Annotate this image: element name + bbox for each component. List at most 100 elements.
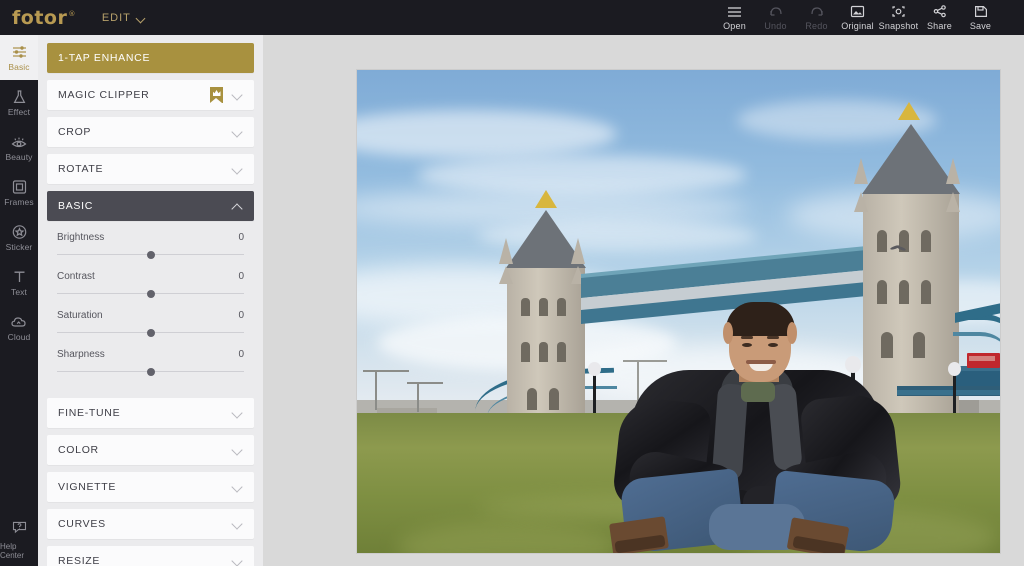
section-label: COLOR (58, 444, 232, 456)
chevron-down-icon (232, 556, 243, 566)
undo-icon (768, 4, 784, 19)
save-icon (974, 4, 988, 19)
slider-label: Sharpness (57, 349, 105, 360)
one-tap-enhance-label: 1-TAP ENHANCE (58, 52, 243, 64)
chevron-down-icon (232, 408, 243, 419)
sidebar-item-label: Cloud (8, 332, 31, 342)
chevron-down-icon (137, 14, 145, 22)
section-resize[interactable]: RESIZE (47, 546, 254, 566)
slider-contrast: Contrast 0 (57, 271, 244, 299)
question-icon (11, 519, 28, 540)
share-button[interactable]: Share (919, 0, 960, 31)
section-label: FINE-TUNE (58, 407, 232, 419)
undo-label: Undo (764, 21, 786, 31)
slider-track[interactable] (57, 327, 244, 338)
flask-icon (11, 89, 28, 105)
section-label: VIGNETTE (58, 481, 232, 493)
frame-icon (11, 179, 28, 195)
slider-handle[interactable] (147, 290, 155, 298)
section-label: CURVES (58, 518, 232, 530)
menu-icon (727, 4, 742, 19)
section-label: CROP (58, 126, 232, 138)
sidebar-item-label: Sticker (6, 242, 33, 252)
slider-handle[interactable] (147, 251, 155, 259)
sidebar-item-sticker[interactable]: Sticker (0, 215, 38, 260)
snapshot-button[interactable]: Snapshot (878, 0, 919, 31)
chevron-down-icon (232, 519, 243, 530)
slider-sharpness: Sharpness 0 (57, 349, 244, 377)
edit-mode-dropdown[interactable]: EDIT (102, 12, 145, 24)
open-button[interactable]: Open (714, 0, 755, 31)
slider-track[interactable] (57, 366, 244, 377)
slider-brightness: Brightness 0 (57, 232, 244, 260)
save-label: Save (970, 21, 991, 31)
sidebar-item-label: Text (11, 287, 27, 297)
snapshot-label: Snapshot (879, 21, 919, 31)
redo-label: Redo (805, 21, 827, 31)
slider-label: Contrast (57, 271, 95, 282)
section-label: MAGIC CLIPPER (58, 89, 210, 101)
text-icon (11, 269, 28, 285)
undo-button[interactable]: Undo (755, 0, 796, 31)
original-label: Original (841, 21, 874, 31)
section-crop[interactable]: CROP (47, 117, 254, 147)
sidebar-item-basic[interactable]: Basic (0, 35, 38, 80)
sidebar-item-cloud[interactable]: Cloud (0, 305, 38, 350)
one-tap-enhance-button[interactable]: 1-TAP ENHANCE (47, 43, 254, 73)
editor-canvas[interactable] (263, 35, 1024, 566)
slider-label: Brightness (57, 232, 104, 243)
image-icon (850, 4, 865, 19)
basic-tools-panel: 1-TAP ENHANCE MAGIC CLIPPER CROP ROTATE … (38, 35, 263, 566)
sidebar-item-frames[interactable]: Frames (0, 170, 38, 215)
section-curves[interactable]: CURVES (47, 509, 254, 539)
left-sidebar: Basic Effect Beauty (0, 35, 38, 566)
help-center-label: Help Center (0, 542, 38, 560)
section-magic-clipper[interactable]: MAGIC CLIPPER (47, 80, 254, 110)
toolbar-actions: Open Undo Redo (714, 0, 1024, 35)
sidebar-item-label: Basic (8, 62, 29, 72)
top-toolbar: fotor® EDIT Open Undo (0, 0, 1024, 35)
slider-track[interactable] (57, 249, 244, 260)
fotor-logo[interactable]: fotor® (12, 7, 76, 29)
registered-mark: ® (68, 10, 76, 18)
sidebar-item-label: Beauty (5, 152, 32, 162)
chevron-down-icon (232, 445, 243, 456)
slider-handle[interactable] (147, 368, 155, 376)
fotor-editor-window: fotor® EDIT Open Undo (0, 0, 1024, 566)
sidebar-item-text[interactable]: Text (0, 260, 38, 305)
section-label: BASIC (58, 200, 232, 212)
redo-button[interactable]: Redo (796, 0, 837, 31)
section-rotate[interactable]: ROTATE (47, 154, 254, 184)
sidebar-item-label: Frames (4, 197, 33, 207)
sidebar-item-label: Effect (8, 107, 30, 117)
premium-badge-icon (210, 87, 223, 103)
slider-track[interactable] (57, 288, 244, 299)
edit-mode-label: EDIT (102, 12, 131, 24)
save-button[interactable]: Save (960, 0, 1001, 31)
chevron-up-icon (232, 201, 243, 212)
chevron-down-icon (232, 127, 243, 138)
help-center-button[interactable]: Help Center (0, 519, 38, 560)
hair (726, 302, 795, 336)
share-icon (933, 4, 947, 19)
original-button[interactable]: Original (837, 0, 878, 31)
basic-adjustment-sliders: Brightness 0 Contrast 0 Saturation (47, 228, 254, 398)
sidebar-item-beauty[interactable]: Beauty (0, 125, 38, 170)
slider-handle[interactable] (147, 329, 155, 337)
subject-person (613, 308, 903, 553)
section-vignette[interactable]: VIGNETTE (47, 472, 254, 502)
star-icon (11, 224, 28, 240)
section-basic[interactable]: BASIC (47, 191, 254, 221)
section-label: ROTATE (58, 163, 232, 175)
section-fine-tune[interactable]: FINE-TUNE (47, 398, 254, 428)
eye-icon (10, 134, 28, 150)
sidebar-item-effect[interactable]: Effect (0, 80, 38, 125)
slider-value: 0 (238, 271, 244, 282)
sliders-icon (11, 44, 28, 60)
chevron-down-icon (232, 482, 243, 493)
photo-preview[interactable] (357, 70, 1000, 553)
section-color[interactable]: COLOR (47, 435, 254, 465)
cloud-icon (10, 314, 29, 330)
chevron-down-icon (232, 164, 243, 175)
slider-label: Saturation (57, 310, 103, 321)
